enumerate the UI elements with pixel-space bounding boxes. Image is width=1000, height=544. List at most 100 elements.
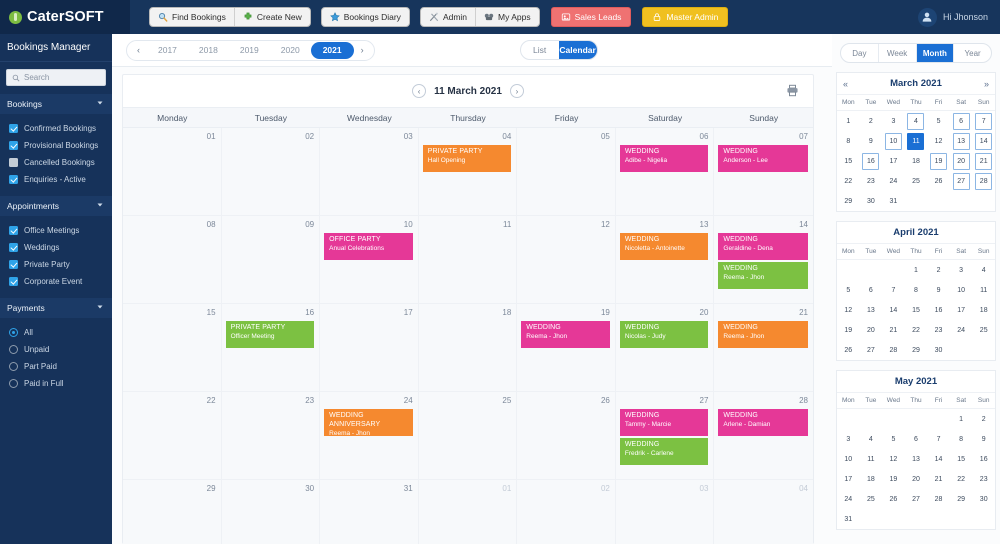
- mini-day-cell[interactable]: 28: [972, 171, 995, 191]
- calendar-day-cell[interactable]: 28 WEDDING Arlene - Damian: [714, 392, 813, 480]
- checkbox-unchecked-icon[interactable]: [9, 158, 18, 167]
- year-option-2019[interactable]: 2019: [229, 42, 270, 59]
- mini-day-cell[interactable]: 5: [837, 280, 860, 300]
- calendar-event[interactable]: WEDDING Tammy - Marcie: [619, 409, 709, 436]
- mini-day-cell[interactable]: 23: [860, 171, 883, 191]
- year-next-button[interactable]: ›: [354, 42, 371, 59]
- mini-day-cell[interactable]: 9: [860, 131, 883, 151]
- sidebar-group-payments[interactable]: Payments: [0, 298, 112, 318]
- calendar-prev-button[interactable]: ‹: [412, 84, 427, 98]
- mini-day-cell[interactable]: 11: [860, 449, 883, 469]
- mini-day-cell[interactable]: 22: [905, 320, 928, 340]
- calendar-day-cell[interactable]: 12: [517, 216, 616, 304]
- print-button[interactable]: [786, 84, 799, 102]
- calendar-event[interactable]: WEDDING Reema - Jhon: [718, 262, 808, 289]
- mini-day-cell[interactable]: 4: [905, 111, 928, 131]
- mini-day-cell[interactable]: 17: [950, 300, 973, 320]
- radio-unselected-icon[interactable]: [9, 379, 18, 388]
- mini-day-cell[interactable]: 23: [927, 320, 950, 340]
- mini-day-cell[interactable]: 20: [860, 320, 883, 340]
- sales-leads-button[interactable]: Sales Leads: [550, 7, 632, 27]
- mini-day-cell[interactable]: 19: [927, 151, 950, 171]
- sidebar-item-cancelled-bookings[interactable]: Cancelled Bookings: [0, 154, 112, 171]
- mini-day-cell[interactable]: 11: [972, 280, 995, 300]
- mini-day-cell[interactable]: 27: [905, 489, 928, 509]
- mini-day-cell[interactable]: 2: [860, 111, 883, 131]
- mini-day-cell[interactable]: 17: [837, 469, 860, 489]
- mini-day-cell[interactable]: 10: [882, 131, 905, 151]
- mini-day-cell[interactable]: 1: [837, 111, 860, 131]
- sidebar-item-unpaid[interactable]: Unpaid: [0, 341, 112, 358]
- calendar-day-cell[interactable]: 31: [320, 480, 419, 544]
- checkbox-checked-icon[interactable]: [9, 277, 18, 286]
- sidebar-item-confirmed-bookings[interactable]: Confirmed Bookings: [0, 120, 112, 137]
- calendar-next-button[interactable]: ›: [509, 84, 524, 98]
- calendar-day-cell[interactable]: 21 WEDDING Reema - Jhon: [714, 304, 813, 392]
- year-option-2018[interactable]: 2018: [188, 42, 229, 59]
- calendar-event[interactable]: WEDDING Geraldine - Dena: [718, 233, 808, 260]
- mini-day-cell[interactable]: 31: [882, 191, 905, 211]
- mini-day-cell[interactable]: 20: [950, 151, 973, 171]
- my-apps-button[interactable]: My Apps: [475, 8, 539, 26]
- range-toggle-month[interactable]: Month: [916, 44, 955, 62]
- mini-day-cell[interactable]: 24: [837, 489, 860, 509]
- mini-next-button[interactable]: »: [984, 79, 989, 89]
- calendar-day-cell[interactable]: 22: [123, 392, 222, 480]
- calendar-day-cell[interactable]: 05: [517, 128, 616, 216]
- mini-day-cell[interactable]: 29: [837, 191, 860, 211]
- mini-day-cell[interactable]: 28: [927, 489, 950, 509]
- mini-day-cell[interactable]: 16: [860, 151, 883, 171]
- sidebar-group-bookings[interactable]: Bookings: [0, 94, 112, 114]
- calendar-event[interactable]: WEDDING Fredrik - Carlene: [619, 438, 709, 465]
- mini-day-cell[interactable]: 13: [860, 300, 883, 320]
- calendar-event[interactable]: WEDDING Anderson - Lee: [718, 145, 808, 172]
- calendar-day-cell[interactable]: 20 WEDDING Nicolas - Judy: [615, 304, 715, 392]
- mini-day-cell[interactable]: 21: [882, 320, 905, 340]
- mini-day-cell[interactable]: 16: [927, 300, 950, 320]
- mini-day-cell[interactable]: 8: [950, 429, 973, 449]
- mini-day-cell[interactable]: 29: [950, 489, 973, 509]
- sidebar-item-part-paid[interactable]: Part Paid: [0, 358, 112, 375]
- calendar-day-cell[interactable]: 30: [221, 480, 321, 544]
- calendar-day-cell[interactable]: 14 WEDDING Geraldine - Dena WEDDING Reema - …: [714, 216, 813, 304]
- bookings-diary-button[interactable]: Bookings Diary: [322, 8, 409, 26]
- mini-day-cell[interactable]: 10: [950, 280, 973, 300]
- mini-day-cell[interactable]: 26: [882, 489, 905, 509]
- mini-day-cell[interactable]: 17: [882, 151, 905, 171]
- range-toggle-day[interactable]: Day: [841, 44, 879, 62]
- range-toggle-year[interactable]: Year: [954, 44, 991, 62]
- calendar-day-cell[interactable]: 18: [418, 304, 518, 392]
- range-toggle-week[interactable]: Week: [879, 44, 917, 62]
- user-menu[interactable]: Hi Jhonson: [917, 7, 988, 27]
- sidebar-item-office-meetings[interactable]: Office Meetings: [0, 222, 112, 239]
- mini-day-cell[interactable]: 27: [950, 171, 973, 191]
- checkbox-checked-icon[interactable]: [9, 141, 18, 150]
- checkbox-checked-icon[interactable]: [9, 124, 18, 133]
- calendar-day-cell[interactable]: 07 WEDDING Anderson - Lee: [714, 128, 813, 216]
- mini-day-cell[interactable]: 3: [882, 111, 905, 131]
- calendar-day-cell[interactable]: 23: [221, 392, 321, 480]
- mini-day-cell[interactable]: 1: [950, 409, 973, 429]
- sidebar-item-all[interactable]: All: [0, 324, 112, 341]
- mini-day-cell[interactable]: 31: [837, 509, 860, 529]
- calendar-event[interactable]: WEDDING Nicolas - Judy: [619, 321, 709, 348]
- mini-day-cell[interactable]: 8: [905, 280, 928, 300]
- mini-day-cell[interactable]: 24: [882, 171, 905, 191]
- mini-day-cell[interactable]: 28: [882, 340, 905, 360]
- radio-unselected-icon[interactable]: [9, 362, 18, 371]
- mini-day-cell[interactable]: 12: [882, 449, 905, 469]
- sidebar-item-weddings[interactable]: Weddings: [0, 239, 112, 256]
- mini-day-cell[interactable]: 2: [927, 260, 950, 280]
- calendar-day-cell[interactable]: 02: [517, 480, 616, 544]
- mini-day-cell[interactable]: 23: [972, 469, 995, 489]
- calendar-event[interactable]: WEDDING Adibe - Nigelia: [619, 145, 709, 172]
- checkbox-checked-icon[interactable]: [9, 175, 18, 184]
- checkbox-checked-icon[interactable]: [9, 243, 18, 252]
- mini-day-cell[interactable]: 24: [950, 320, 973, 340]
- mini-day-cell[interactable]: 21: [927, 469, 950, 489]
- mini-day-cell[interactable]: 25: [860, 489, 883, 509]
- mini-day-cell[interactable]: 26: [927, 171, 950, 191]
- mini-day-cell[interactable]: 14: [927, 449, 950, 469]
- search-input[interactable]: Search: [6, 69, 106, 86]
- calendar-day-cell[interactable]: 08: [123, 216, 222, 304]
